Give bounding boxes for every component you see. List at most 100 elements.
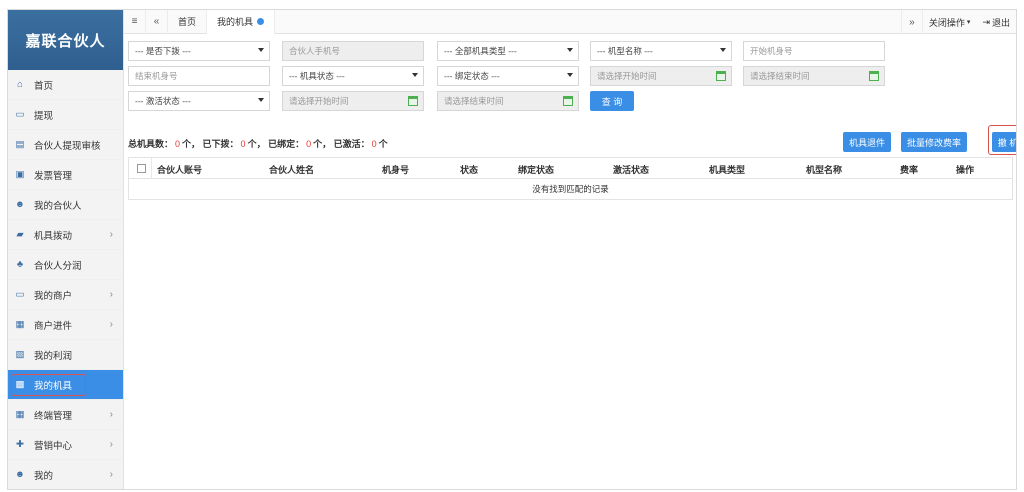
- sidebar-item[interactable]: ▭ 我的商户 ›: [8, 280, 123, 310]
- home-icon: ⌂: [17, 79, 23, 90]
- sidebar-item-label: 合伙人分润: [34, 260, 82, 272]
- col-partner-name[interactable]: 合伙人姓名: [269, 163, 314, 176]
- active-label: 个， 已激活：: [313, 139, 370, 149]
- start-serial-input[interactable]: 开始机身号: [743, 41, 885, 61]
- col-status[interactable]: 状态: [460, 163, 478, 176]
- sidebar-item[interactable]: ▧ 我的利润: [8, 340, 123, 370]
- users-icon: ☻: [15, 199, 25, 210]
- close-ops-label: 关闭操作: [928, 17, 965, 28]
- partner-phone-input[interactable]: 合伙人手机号: [282, 41, 424, 61]
- bind-status-select[interactable]: --- 绑定状态 ---: [437, 66, 579, 86]
- calendar-icon[interactable]: [408, 96, 418, 106]
- card-icon: ▭: [15, 109, 25, 120]
- chevron-right-icon: ›: [109, 409, 113, 420]
- calendar-icon[interactable]: [869, 71, 879, 81]
- sidebar-item[interactable]: ▩ 我的机具: [8, 370, 123, 400]
- tab-bar-right: » 关闭操作 ▾ ⇥ 退出: [900, 10, 1016, 34]
- sidebar-item[interactable]: ▭ 提现: [8, 100, 123, 130]
- close-ops-dropdown[interactable]: 关闭操作 ▾: [923, 10, 977, 34]
- machines-table: 合伙人账号 合伙人姓名 机身号 状态 绑定状态 激活状态 机具类型 机型名称 费…: [128, 157, 1013, 200]
- sidebar-item[interactable]: ▦ 商户进件 ›: [8, 310, 123, 340]
- chevron-right-icon: ›: [109, 469, 113, 480]
- sidebar-item-label: 终端管理: [34, 410, 73, 422]
- sidebar-item[interactable]: ♣ 合伙人分润: [8, 250, 123, 280]
- calendar-icon[interactable]: [716, 71, 726, 81]
- sidebar-item[interactable]: ▰ 机具拨动 ›: [8, 220, 123, 250]
- is-issued-select[interactable]: --- 是否下拨 ---: [128, 41, 270, 61]
- bound-count: 0: [306, 139, 312, 149]
- input-placeholder: 请选择开始时间: [289, 96, 349, 106]
- input-placeholder: 请选择结束时间: [750, 71, 810, 81]
- tab-close-icon[interactable]: [257, 18, 265, 25]
- activation-start-time-input[interactable]: 请选择开始时间: [282, 91, 424, 111]
- truck-icon: ▰: [16, 229, 24, 240]
- brand-logo: 嘉联合伙人: [8, 10, 123, 70]
- machine-type-select[interactable]: --- 全部机具类型 ---: [437, 41, 579, 61]
- select-value: --- 全部机具类型 ---: [444, 46, 517, 56]
- chevron-right-icon: ›: [109, 439, 113, 450]
- machine-return-button[interactable]: 机具退件: [843, 132, 891, 152]
- activation-end-time-input[interactable]: 请选择结束时间: [437, 91, 579, 111]
- col-activation-status[interactable]: 激活状态: [613, 163, 649, 176]
- tab-label: 首页: [178, 17, 197, 27]
- sidebar-item[interactable]: ☻ 我的 ›: [8, 460, 123, 489]
- select-value: --- 绑定状态 ---: [444, 71, 500, 81]
- sidebar-item-label: 合伙人提现审核: [34, 140, 101, 152]
- col-rate[interactable]: 费率: [900, 163, 918, 176]
- chevron-right-icon: ›: [109, 319, 113, 330]
- select-value: --- 机具状态 ---: [289, 71, 345, 81]
- sidebar-item[interactable]: ▦ 终端管理 ›: [8, 400, 123, 430]
- tab-my-machines[interactable]: 我的机具: [207, 10, 276, 34]
- select-value: --- 机型名称 ---: [597, 46, 653, 56]
- col-serial-number[interactable]: 机身号: [382, 163, 409, 176]
- card-icon: ▭: [15, 289, 25, 300]
- machine-status-select[interactable]: --- 机具状态 ---: [282, 66, 424, 86]
- sidebar-item[interactable]: ▣ 发票管理: [8, 160, 123, 190]
- tab-label: 我的机具: [217, 17, 254, 27]
- logout-button[interactable]: ⇥ 退出: [976, 10, 1016, 34]
- total-count: 0: [175, 139, 181, 149]
- caret-down-icon: [567, 48, 573, 52]
- sidebar-item[interactable]: ☻ 我的合伙人: [8, 190, 123, 220]
- table-header: 合伙人账号 合伙人姓名 机身号 状态 绑定状态 激活状态 机具类型 机型名称 费…: [129, 158, 1012, 179]
- start-time-input[interactable]: 请选择开始时间: [590, 66, 732, 86]
- sidebar-item[interactable]: ⌂ 首页: [8, 70, 123, 100]
- logout-icon: ⇥: [982, 16, 990, 27]
- document-icon: ▤: [15, 139, 25, 150]
- input-placeholder: 请选择开始时间: [597, 71, 657, 81]
- sidebar-item-label: 我的商户: [34, 290, 73, 302]
- input-placeholder: 请选择结束时间: [444, 96, 504, 106]
- col-partner-account[interactable]: 合伙人账号: [157, 163, 202, 176]
- gift-icon: ✚: [16, 439, 24, 450]
- caret-down-icon: [258, 98, 264, 102]
- caret-down-icon: [567, 73, 573, 77]
- calendar-icon[interactable]: [563, 96, 573, 106]
- calendar-icon: ▦: [15, 409, 25, 420]
- query-button[interactable]: 查 询: [590, 91, 634, 111]
- input-placeholder: 合伙人手机号: [289, 46, 341, 56]
- select-all-checkbox[interactable]: [137, 164, 146, 173]
- sidebar-item-label: 提现: [34, 110, 54, 122]
- logout-label: 退出: [991, 17, 1010, 28]
- sidebar-item[interactable]: ✚ 营销中心 ›: [8, 430, 123, 460]
- tab-scroll-left-button[interactable]: «: [146, 10, 168, 34]
- invoice-icon: ▣: [15, 169, 25, 180]
- end-serial-input[interactable]: 结束机身号: [128, 66, 270, 86]
- col-bind-status[interactable]: 绑定状态: [518, 163, 554, 176]
- model-name-select[interactable]: --- 机型名称 ---: [590, 41, 732, 61]
- col-machine-type[interactable]: 机具类型: [709, 163, 745, 176]
- batch-edit-rate-button[interactable]: 批量修改费率: [901, 132, 967, 152]
- highlight-box: [988, 125, 1016, 155]
- highlight-box: [11, 374, 86, 396]
- sidebar-item-label: 我的利润: [34, 350, 73, 362]
- col-actions[interactable]: 操作: [956, 163, 974, 176]
- tab-scroll-right-button[interactable]: »: [900, 10, 923, 34]
- tab-home[interactable]: 首页: [168, 10, 208, 34]
- double-right-icon: »: [909, 16, 915, 28]
- activation-status-select[interactable]: --- 激活状态 ---: [128, 91, 270, 111]
- menu-toggle-button[interactable]: ≡: [124, 10, 146, 34]
- end-time-input[interactable]: 请选择结束时间: [743, 66, 885, 86]
- issued-label: 个， 已下拨：: [182, 139, 239, 149]
- col-model-name[interactable]: 机型名称: [806, 163, 842, 176]
- sidebar-item[interactable]: ▤ 合伙人提现审核: [8, 130, 123, 160]
